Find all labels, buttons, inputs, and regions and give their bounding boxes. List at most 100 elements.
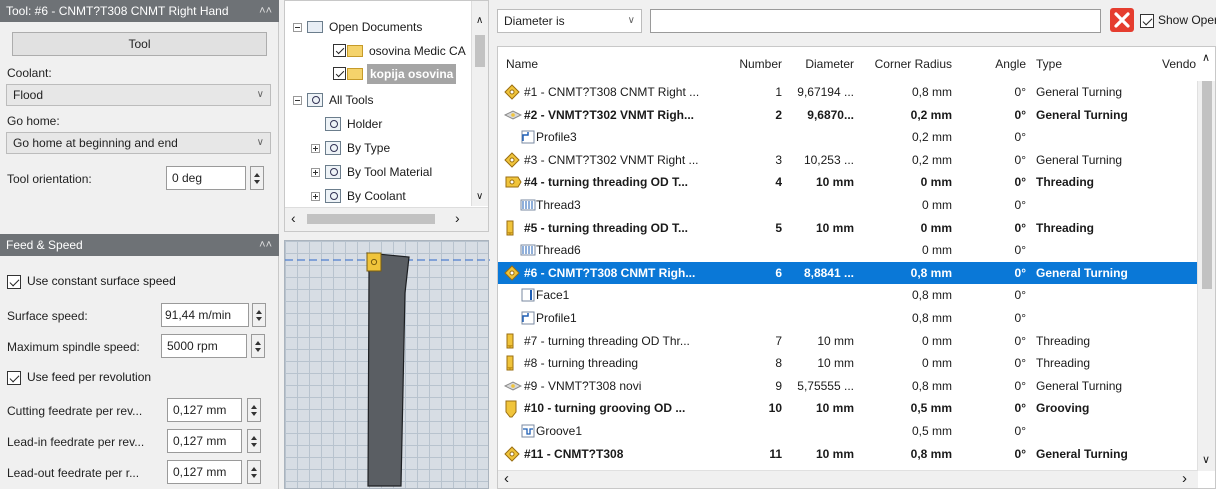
collapse-chevron-icon[interactable]: ˄˄ — [259, 0, 272, 22]
cell-type: General Turning — [1036, 107, 1128, 122]
table-row[interactable]: #7 - turning threading OD Thr... 7 10 mm 0 … — [498, 330, 1198, 352]
tree-item-by-coolant[interactable]: By Coolant — [311, 186, 471, 206]
column-header-number[interactable]: Number — [734, 47, 782, 81]
filter-value-input[interactable] — [650, 9, 1101, 33]
tree-vertical-scrollbar[interactable]: ∧ ∨ — [471, 1, 488, 206]
library-search-icon — [325, 141, 341, 155]
table-row[interactable]: #4 - turning threading OD T... 4 10 mm 0 mm… — [498, 171, 1198, 193]
surface-speed-stepper[interactable] — [252, 303, 266, 327]
cell-number — [734, 284, 782, 306]
table-row[interactable]: #6 - CNMT?T308 CNMT Righ... 6 8,8841 ... 0,… — [498, 261, 1198, 285]
tree-item-doc-kopija-osovina[interactable]: kopija osovina — [333, 64, 488, 84]
column-header-type[interactable]: Type — [1036, 47, 1062, 81]
leadin-feed-stepper[interactable] — [247, 429, 261, 453]
orientation-stepper[interactable] — [250, 166, 264, 190]
groove-icon — [520, 423, 536, 439]
scroll-right-icon[interactable]: › — [1182, 470, 1187, 487]
go-home-dropdown[interactable]: Go home at beginning and end ∨ — [6, 132, 271, 154]
max-spindle-stepper[interactable] — [251, 334, 265, 358]
table-row[interactable]: #3 - CNMT?T302 VNMT Right ... 3 10,253 ...… — [498, 149, 1198, 171]
library-search-icon — [307, 93, 323, 107]
list-horizontal-scrollbar[interactable]: ‹ › — [498, 470, 1198, 488]
tool-select-button[interactable]: Tool — [12, 32, 267, 56]
table-row[interactable]: #9 - VNMT?T308 novi 9 5,75555 ... 0,8 mm 0° G… — [498, 375, 1198, 397]
column-header-vendor[interactable]: Vendo — [1162, 47, 1196, 81]
filter-field-dropdown[interactable]: Diameter is ∨ — [497, 9, 642, 33]
tree-item-holder[interactable]: Holder — [311, 114, 481, 134]
cell-diameter: 9,67194 ... — [797, 85, 854, 99]
tree-item-by-type[interactable]: By Type — [311, 138, 481, 158]
tree-scroll-thumb[interactable] — [475, 35, 485, 67]
tree-expand-icon[interactable] — [311, 168, 320, 177]
max-spindle-input[interactable]: 5000 rpm — [161, 334, 247, 358]
cell-diameter — [794, 126, 854, 148]
tree-collapse-icon[interactable] — [293, 23, 302, 32]
tree-item-all-tools[interactable]: All Tools — [293, 90, 483, 110]
collapse-chevron-icon[interactable]: ˄˄ — [259, 234, 272, 256]
tree-item-open-documents[interactable]: Open Documents — [293, 17, 483, 37]
scroll-left-icon[interactable]: ‹ — [504, 470, 509, 487]
table-row[interactable]: #11 - CNMT?T308 11 10 mm 0,8 mm 0° General Tu… — [498, 443, 1198, 465]
leadin-feed-input[interactable]: 0,127 mm — [167, 429, 242, 453]
scroll-left-icon[interactable]: ‹ — [291, 210, 296, 226]
cutting-feed-spinner: 0,127 mm — [167, 398, 271, 422]
column-header-angle[interactable]: Angle — [978, 47, 1026, 81]
scroll-down-icon[interactable]: ∨ — [1202, 453, 1210, 466]
table-row[interactable]: Profile1 0,8 mm 0° — [498, 307, 1198, 329]
column-header-name[interactable]: Name — [506, 47, 538, 81]
table-row[interactable]: Profile3 0,2 mm 0° — [498, 126, 1198, 148]
table-row[interactable]: Thread3 0 mm 0° — [498, 194, 1198, 216]
feed-speed-section-header[interactable]: Feed & Speed ˄˄ — [0, 234, 279, 256]
column-header-corner-radius[interactable]: Corner Radius — [862, 47, 952, 81]
tree-label: By Coolant — [347, 189, 406, 203]
tree-expand-icon[interactable] — [311, 192, 320, 201]
clear-filter-button[interactable] — [1110, 8, 1134, 32]
table-row[interactable]: #10 - turning grooving OD ... 10 10 mm 0,5 … — [498, 397, 1198, 419]
grooving-tool-icon — [504, 400, 520, 418]
leadin-feed-label: Lead-in feedrate per rev... — [7, 435, 145, 449]
cell-corner-radius: 0 mm — [920, 175, 952, 190]
feed-per-rev-checkbox[interactable]: Use feed per revolution — [7, 370, 207, 386]
table-row[interactable]: Thread6 0 mm 0° — [498, 239, 1198, 261]
surface-speed-input[interactable]: 91,44 m/min — [161, 303, 249, 327]
checkbox-checked-icon[interactable] — [333, 44, 346, 57]
list-scroll-thumb[interactable] — [1202, 81, 1212, 289]
tree-expand-icon[interactable] — [311, 144, 320, 153]
table-row[interactable]: Face1 0,8 mm 0° — [498, 284, 1198, 306]
tree-label: All Tools — [329, 93, 374, 107]
scroll-up-icon[interactable]: ∧ — [1202, 51, 1210, 64]
table-row[interactable]: #1 - CNMT?T308 CNMT Right ... 1 9,67194 ..… — [498, 81, 1198, 103]
checkbox-checked-icon[interactable] — [333, 67, 346, 80]
leadout-feed-input[interactable]: 0,127 mm — [167, 460, 242, 484]
tool-preview-canvas[interactable] — [284, 240, 490, 489]
show-operations-checkbox[interactable]: Show Operations — [1140, 13, 1216, 29]
tree-collapse-icon[interactable] — [293, 96, 302, 105]
cutting-feed-input[interactable]: 0,127 mm — [167, 398, 242, 422]
table-row[interactable]: #8 - turning threading 8 10 mm 0 mm 0° Thread… — [498, 352, 1198, 374]
scroll-down-icon[interactable]: ∨ — [476, 191, 483, 202]
table-row[interactable]: Groove1 0,5 mm 0° — [498, 420, 1198, 442]
scroll-up-icon[interactable]: ∧ — [476, 15, 483, 26]
tree-hscroll-thumb[interactable] — [307, 214, 435, 224]
orientation-input[interactable]: 0 deg — [166, 166, 246, 190]
tree-item-doc-osovina-medic[interactable]: osovina Medic CA — [333, 41, 488, 61]
tree-horizontal-scrollbar[interactable]: ‹ › — [285, 207, 488, 231]
column-header-diameter[interactable]: Diameter — [794, 47, 854, 81]
leadout-feed-stepper[interactable] — [247, 460, 261, 484]
scroll-right-icon[interactable]: › — [455, 210, 460, 226]
cell-type — [1036, 194, 1156, 216]
cutting-feed-stepper[interactable] — [247, 398, 261, 422]
cell-name: #8 - turning threading — [524, 356, 639, 371]
constant-surface-speed-checkbox[interactable]: Use constant surface speed — [7, 274, 207, 290]
table-row[interactable]: #2 - VNMT?T302 VNMT Righ... 2 9,6870... 0,2… — [498, 104, 1198, 126]
table-row[interactable]: #5 - turning threading OD T... 5 10 mm 0 mm… — [498, 217, 1198, 239]
tool-section-header[interactable]: Tool: #6 - CNMT?T308 CNMT Right Hand ˄˄ — [0, 0, 279, 22]
coolant-label: Coolant: — [7, 66, 52, 80]
list-vertical-scrollbar[interactable]: ∧ ∨ — [1197, 52, 1215, 471]
tree-item-by-tool-material[interactable]: By Tool Material — [311, 162, 483, 182]
tool-list: Name Number Diameter Corner Radius Angle… — [497, 46, 1216, 489]
coolant-dropdown[interactable]: Flood ∨ — [6, 84, 271, 106]
cell-diameter — [794, 194, 854, 216]
vnmt-insert-icon — [503, 107, 523, 123]
cell-number: 2 — [775, 107, 782, 122]
